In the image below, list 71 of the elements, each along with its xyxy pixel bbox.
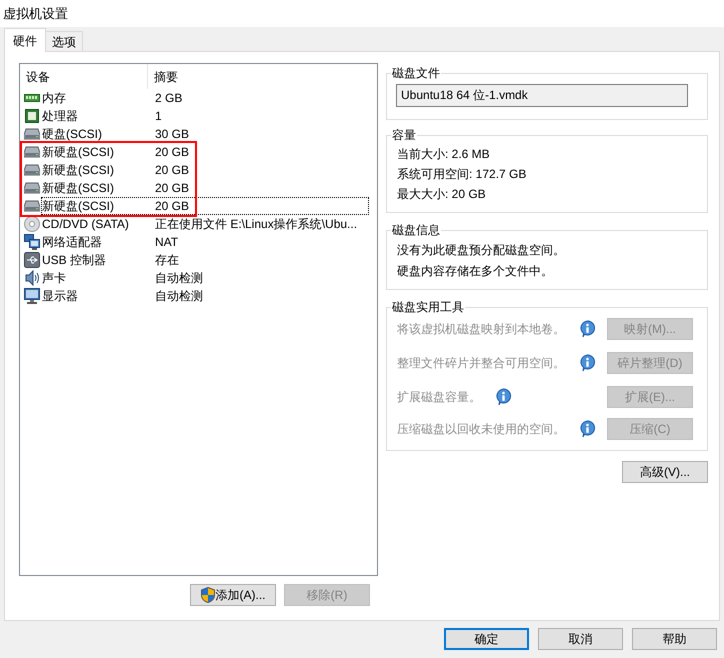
table-cell-text: USB 控制器	[42, 252, 108, 269]
table-cell-text: 自动检测	[155, 288, 203, 305]
disc-icon	[24, 216, 40, 232]
table-cell-text: 存在	[155, 252, 179, 269]
table-cell-text: 2 GB	[155, 90, 182, 107]
info-text: 没有为此硬盘预分配磁盘空间。	[397, 242, 565, 258]
table-cell-text: 自动检测	[155, 270, 203, 287]
add-button[interactable]: 添加(A)...	[190, 584, 276, 606]
column-header[interactable]: 摘要	[148, 64, 377, 89]
network-icon	[24, 234, 40, 250]
table-cell-text: 正在使用文件 E:\Linux操作系统\Ubu...	[155, 216, 358, 233]
table-cell-text: 20 GB	[155, 180, 190, 197]
table-cell-text: 20 GB	[155, 198, 190, 215]
shield-icon	[200, 587, 214, 603]
group-title: 磁盘文件	[391, 65, 441, 82]
input-field[interactable]: Ubuntu18 64 位-1.vmdk	[396, 84, 688, 107]
dialog-button[interactable]: 取消	[538, 628, 623, 650]
table-cell-text: 30 GB	[155, 126, 190, 143]
capacity-text: 系统可用空间: 172.7 GB	[397, 166, 526, 183]
capacity-text: 当前大小: 2.6 MB	[397, 146, 490, 163]
tab[interactable]: 硬件	[4, 28, 46, 52]
device-row[interactable]: 内存 2 GB	[41, 89, 369, 107]
tab[interactable]: 选项	[45, 31, 83, 51]
utility-text: 扩展磁盘容量。	[397, 389, 481, 406]
group-title: 磁盘信息	[391, 222, 441, 239]
table-cell-text: 内存	[42, 90, 67, 107]
table-cell-text: 20 GB	[155, 144, 190, 161]
monitor-icon	[24, 288, 40, 304]
table-cell-text: 显示器	[42, 288, 79, 305]
table-cell-text: 新硬盘(SCSI)	[42, 198, 115, 215]
dialog-button[interactable]: 确定	[444, 628, 529, 650]
speaker-icon	[24, 270, 40, 286]
device-row[interactable]: CD/DVD (SATA) 正在使用文件 E:\Linux操作系统\Ubu...	[41, 215, 369, 233]
info-icon	[579, 420, 596, 438]
table-cell-text: 网络适配器	[42, 234, 103, 251]
table-cell-text: 新硬盘(SCSI)	[42, 162, 115, 179]
device-row[interactable]: 网络适配器 NAT	[41, 233, 369, 251]
dialog-button[interactable]: 帮助	[632, 628, 717, 650]
device-row[interactable]: 显示器 自动检测	[41, 287, 369, 305]
table-cell-text: CD/DVD (SATA)	[42, 216, 130, 233]
group-title: 容量	[391, 127, 417, 144]
table-cell-text: NAT	[155, 234, 178, 251]
group-title: 磁盘实用工具	[391, 299, 465, 316]
device-row[interactable]: 新硬盘(SCSI) 20 GB	[41, 197, 369, 215]
chip-icon	[24, 108, 40, 124]
utility-text: 将该虚拟机磁盘映射到本地卷。	[397, 321, 565, 338]
device-row[interactable]: 声卡 自动检测	[41, 269, 369, 287]
device-row[interactable]: 处理器 1	[41, 107, 369, 125]
device-row[interactable]: 新硬盘(SCSI) 20 GB	[41, 161, 369, 179]
advanced-button[interactable]: 高级(V)...	[622, 461, 708, 483]
info-icon	[579, 354, 596, 372]
capacity-text: 最大大小: 20 GB	[397, 186, 486, 203]
utility-text: 整理文件碎片并整合可用空间。	[397, 355, 565, 372]
table-cell-text: 1	[155, 108, 162, 125]
info-icon	[495, 388, 512, 406]
device-row[interactable]: 硬盘(SCSI) 30 GB	[41, 125, 369, 143]
usb-icon	[24, 252, 40, 268]
utility-text: 压缩磁盘以回收未使用的空间。	[397, 421, 565, 438]
device-row[interactable]: 新硬盘(SCSI) 20 GB	[41, 179, 369, 197]
table-cell-text: 20 GB	[155, 162, 190, 179]
table-cell-text: 新硬盘(SCSI)	[42, 180, 115, 197]
device-row[interactable]: 新硬盘(SCSI) 20 GB	[41, 143, 369, 161]
column-header[interactable]: 设备	[20, 64, 148, 89]
device-row[interactable]: USB 控制器 存在	[41, 251, 369, 269]
table-cell-text: 新硬盘(SCSI)	[42, 144, 115, 161]
info-text: 硬盘内容存储在多个文件中。	[397, 262, 553, 280]
window-title: 虚拟机设置	[3, 4, 68, 23]
table-cell-text: 声卡	[42, 270, 67, 287]
info-icon	[579, 320, 596, 338]
table-cell-text: 处理器	[42, 108, 79, 125]
table-cell-text: 硬盘(SCSI)	[42, 126, 103, 143]
